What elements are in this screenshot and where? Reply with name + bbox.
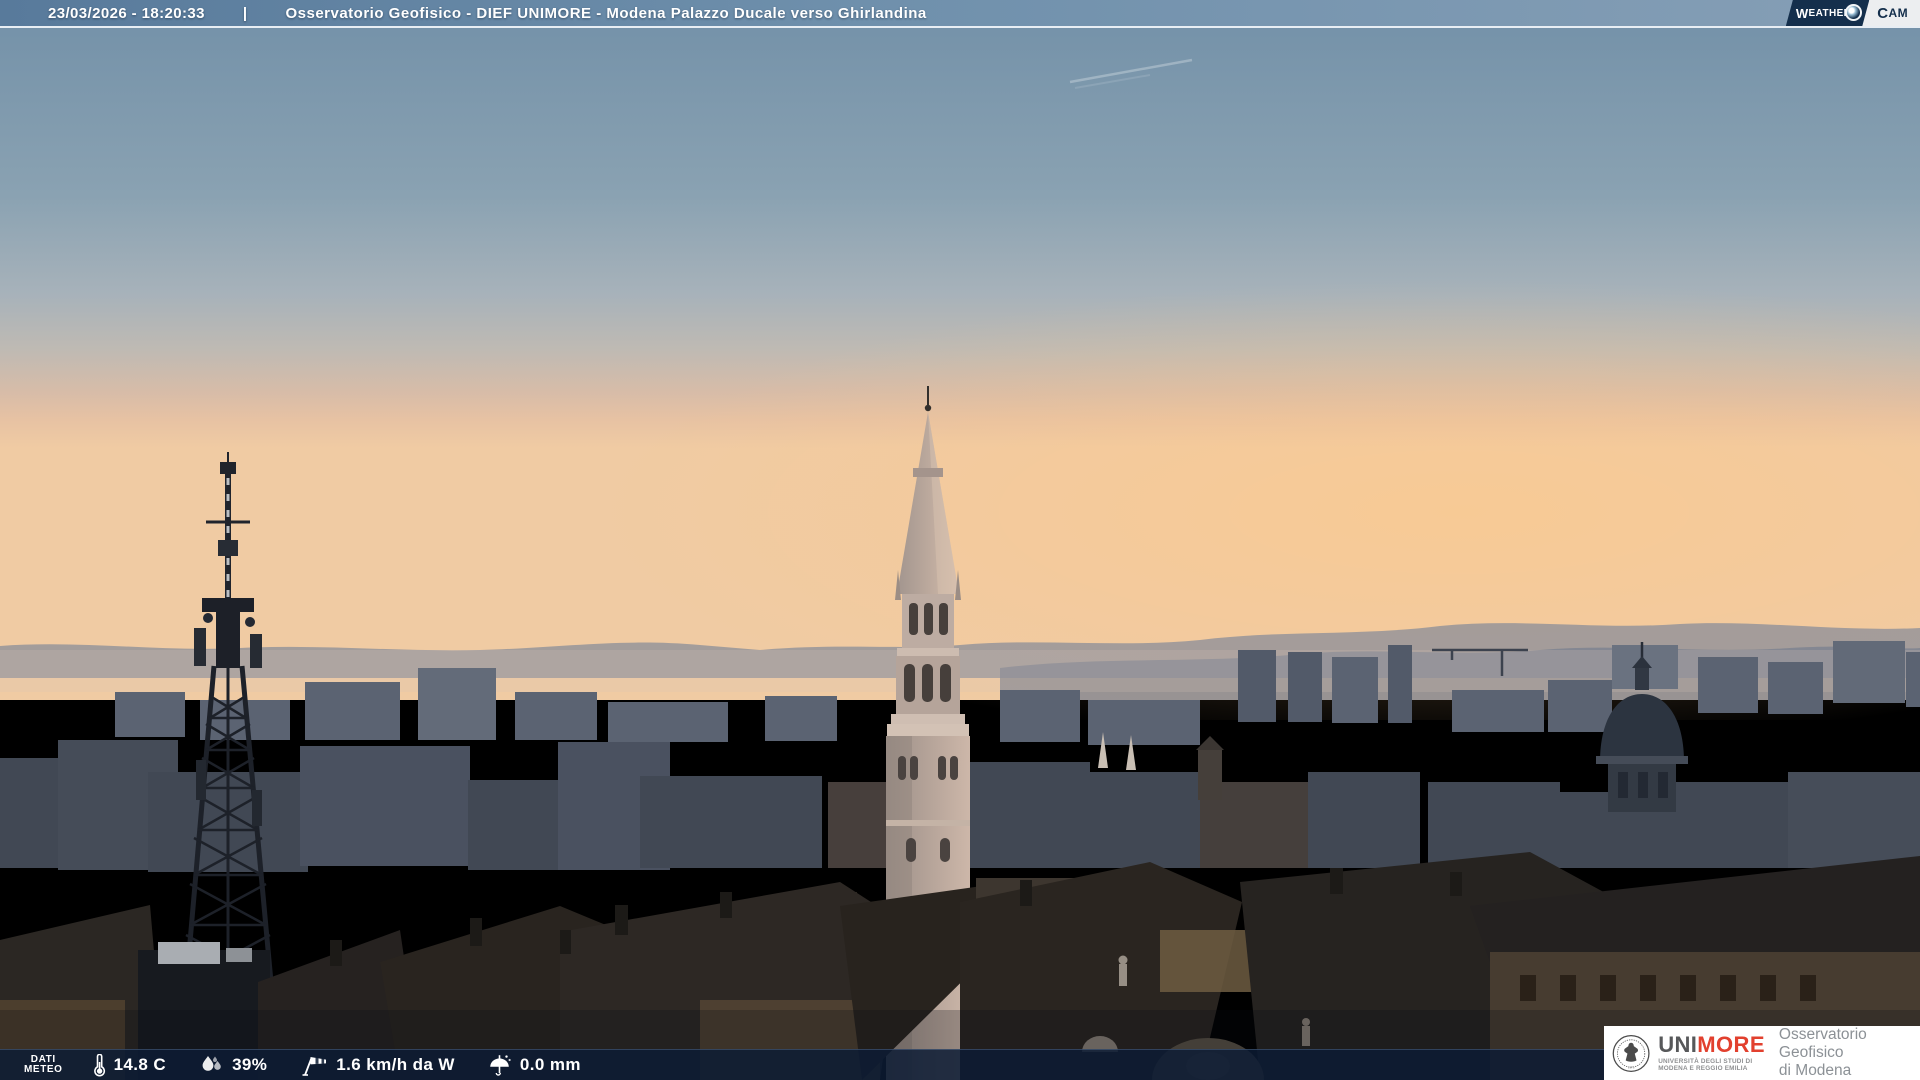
logo-weather-initial: W [1795, 5, 1809, 21]
wind-group: 1.6 km/h da W [301, 1054, 455, 1076]
observatory-line2: di Modena [1778, 1062, 1852, 1079]
meteo-label-line2: METEO [24, 1064, 63, 1075]
page-title: Osservatorio Geofisico - DIEF UNIMORE - … [285, 4, 927, 22]
webcam-photo [0, 0, 1920, 1080]
wind-value: 1.6 km/h da W [336, 1055, 455, 1074]
temperature-group: 14.8 C [93, 1053, 167, 1077]
unimore-more-text: MORE [1697, 1032, 1765, 1057]
observatory-line1: Osservatorio Geofisico [1778, 1026, 1867, 1061]
meteo-bar-label: DATI METEO [24, 1054, 63, 1076]
logo-cam-initial: C [1877, 4, 1889, 22]
sky [0, 0, 1920, 720]
logo-cam-rest: AM [1888, 6, 1908, 20]
weather-cam-logo-cam: C AM [1862, 0, 1920, 26]
unimore-credit-box: 1175 UNIMORE UNIVERSITÀ DEGLI STUDI DI M… [1604, 1026, 1920, 1080]
observatory-name: Osservatorio Geofisico di Modena [1779, 1026, 1912, 1080]
unimore-seal: 1175 [1612, 1034, 1650, 1072]
umbrella-icon [490, 1055, 511, 1076]
separator: | [242, 4, 248, 22]
datetime-text: 23/03/2026 - 18:20:33 [48, 4, 205, 22]
university-line1: UNIVERSITÀ DEGLI STUDI DI [1658, 1058, 1753, 1065]
humidity-value: 39% [232, 1055, 268, 1074]
camera-lens-icon [1844, 4, 1862, 21]
windsock-icon [302, 1057, 327, 1076]
header-bar: 23/03/2026 - 18:20:33 | Osservatorio Geo… [0, 0, 1920, 28]
thermometer-icon [93, 1053, 105, 1076]
humidity-group: 39% [200, 1055, 267, 1076]
temperature-value: 14.8 C [113, 1055, 167, 1074]
unimore-wordmark: UNIMORE UNIVERSITÀ DEGLI STUDI DI MODENA… [1658, 1032, 1765, 1073]
university-line2: MODENA E REGGIO EMILIA [1658, 1065, 1748, 1072]
seal-year: 1175 [1628, 1065, 1635, 1069]
weather-cam-logo: W EATHER C AM [1785, 0, 1920, 26]
precipitation-group: 0.0 mm [489, 1054, 581, 1076]
unimore-uni-text: UNI [1658, 1032, 1698, 1057]
precipitation-value: 0.0 mm [519, 1055, 581, 1074]
humidity-icon [202, 1055, 221, 1071]
